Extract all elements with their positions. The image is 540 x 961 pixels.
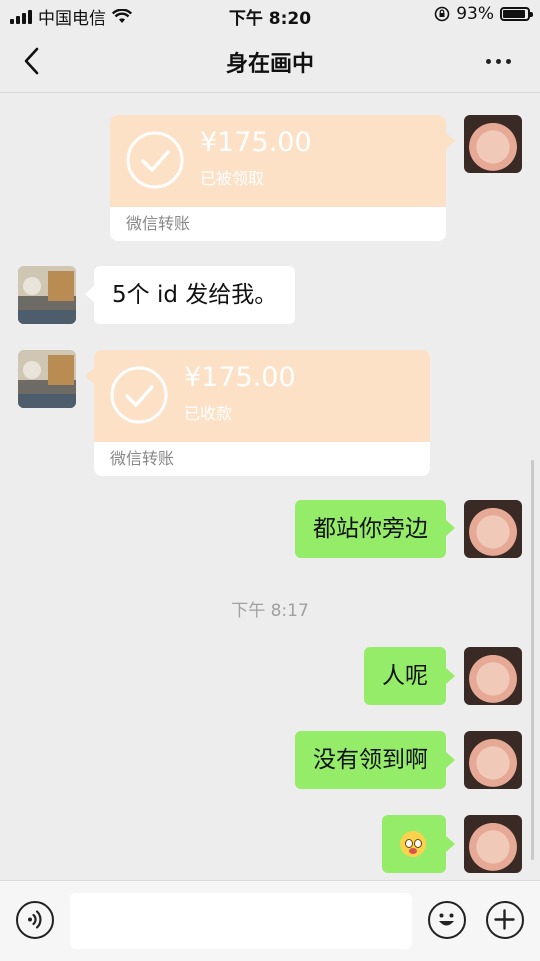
- transfer-card-received[interactable]: ¥175.00 已收款 微信转账: [94, 350, 430, 476]
- emoji-button[interactable]: [428, 901, 466, 939]
- transfer-status: 已被领取: [200, 169, 265, 188]
- voice-button[interactable]: [16, 901, 54, 939]
- status-bar: 中国电信 下午 8:20 93%: [0, 0, 540, 30]
- painting-avatar-art: [18, 266, 76, 324]
- more-icon: [485, 58, 511, 64]
- avatar-me[interactable]: [464, 731, 522, 789]
- avatar-me[interactable]: [464, 115, 522, 173]
- bubble-tail: [446, 836, 455, 852]
- avatar-contact[interactable]: [18, 266, 76, 324]
- voice-icon: [28, 910, 42, 929]
- message-timestamp: 下午 8:17: [231, 601, 309, 621]
- bubble-tail: [85, 286, 94, 302]
- emoji-icon: [439, 913, 454, 926]
- transfer-amount: ¥175.00: [184, 362, 296, 393]
- message-input[interactable]: [70, 893, 412, 949]
- plus-icon: [494, 909, 515, 930]
- message-bubble-sent-emoji[interactable]: [382, 815, 446, 873]
- bubble-tail: [446, 133, 455, 149]
- transfer-label: 微信转账: [110, 449, 175, 468]
- flushed-face-icon: [400, 831, 426, 857]
- avatar-contact[interactable]: [18, 350, 76, 408]
- status-right: 93%: [434, 4, 533, 24]
- message-bubble-sent[interactable]: 都站你旁边: [295, 500, 446, 558]
- chat-title: 身在画中: [225, 52, 314, 77]
- nav-bar: 身在画中: [0, 30, 540, 93]
- message-bubble-sent[interactable]: 人呢: [364, 647, 446, 705]
- plus-button[interactable]: [486, 901, 524, 939]
- bubble-tail: [85, 368, 94, 384]
- avatar-me[interactable]: [464, 647, 522, 705]
- avatar-me[interactable]: [464, 815, 522, 873]
- avatar-me[interactable]: [464, 500, 522, 558]
- transfer-card-sent[interactable]: ¥175.00 已被领取 微信转账: [110, 115, 446, 241]
- painting-avatar-art: [18, 350, 76, 408]
- bubble-tail: [446, 520, 455, 536]
- transfer-label: 微信转账: [126, 214, 191, 233]
- scrollbar[interactable]: [531, 460, 534, 860]
- battery-percent: 93%: [456, 4, 494, 24]
- transfer-status: 已收款: [184, 404, 233, 423]
- message-bubble-received[interactable]: 5个 id 发给我。: [94, 266, 296, 324]
- check-icon: [126, 131, 184, 189]
- message-bubble-sent[interactable]: 没有领到啊: [295, 731, 446, 789]
- more-button[interactable]: [478, 46, 518, 76]
- transfer-amount: ¥175.00: [200, 127, 312, 158]
- bubble-tail: [446, 668, 455, 684]
- battery-icon: [500, 7, 533, 21]
- bubble-tail: [446, 752, 455, 768]
- rotation-lock-icon: [434, 6, 450, 22]
- input-bar: [0, 880, 540, 961]
- check-icon: [110, 366, 168, 424]
